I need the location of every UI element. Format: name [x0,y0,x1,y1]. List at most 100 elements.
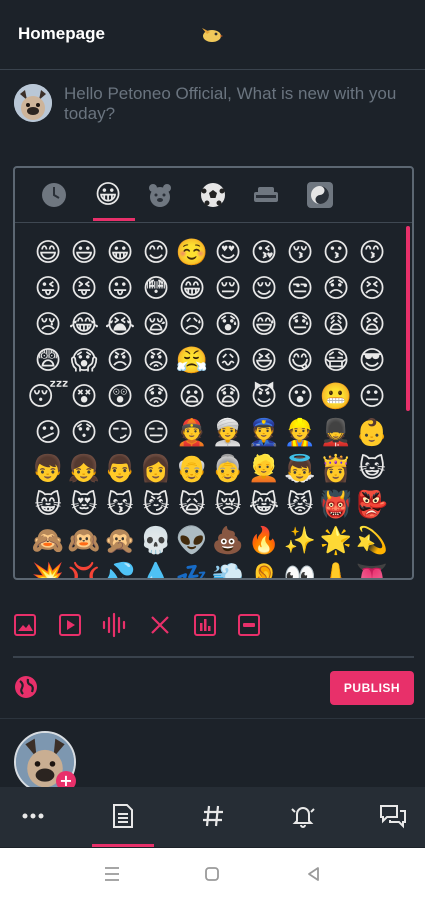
emoji-item[interactable]: 👀 [283,560,317,578]
emoji-item[interactable]: 😪 [139,308,173,342]
tab-travel[interactable] [251,180,281,210]
emoji-item[interactable]: 🙊 [103,524,137,558]
emoji-item[interactable]: 😧 [211,380,245,414]
emoji-item[interactable]: 😎 [355,344,389,378]
emoji-item[interactable]: 👸 [319,452,353,486]
emoji-item[interactable]: 😕 [31,416,65,450]
emoji-item[interactable]: 😫 [355,308,389,342]
emoji-item[interactable]: 😿 [211,488,245,522]
publish-button[interactable]: PUBLISH [330,671,414,705]
emoji-item[interactable]: 👴 [175,452,209,486]
emoji-item[interactable]: 😵 [67,380,101,414]
compose-area[interactable]: Hello Petoneo Official, What is new with… [0,72,425,152]
compose-input[interactable]: Hello Petoneo Official, What is new with… [64,84,404,124]
nav-hashtags[interactable] [196,799,230,833]
tab-smileys[interactable]: 😀 [93,180,123,210]
emoji-item[interactable]: 👺 [355,488,389,522]
emoji-item[interactable]: ✨ [283,524,317,558]
emoji-item[interactable]: 💥 [31,560,65,578]
emoji-item[interactable]: 😭 [103,308,137,342]
emoji-item[interactable]: 😈 [247,380,281,414]
emoji-item[interactable]: 😺 [355,452,389,486]
emoji-item[interactable]: 😡 [139,344,173,378]
image-button[interactable] [12,612,38,638]
emoji-item[interactable]: 😨 [31,344,65,378]
emoji-item[interactable]: 😱 [67,344,101,378]
emoji-item[interactable]: 💀 [139,524,173,558]
emoji-item[interactable]: 👶 [355,416,389,450]
emoji-item[interactable]: 👱 [247,452,281,486]
emoji-item[interactable]: 😸 [31,488,65,522]
emoji-item[interactable]: 😟 [139,380,173,414]
emoji-item[interactable]: 😾 [283,488,317,522]
emoji-item[interactable]: 😒 [283,272,317,306]
emoji-item[interactable]: 😃 [67,236,101,270]
emoji-item[interactable]: 😊 [139,236,173,270]
emoji-item[interactable]: 😐 [355,380,389,414]
audio-button[interactable] [101,612,127,638]
home-icon[interactable] [202,864,222,884]
emoji-item[interactable]: 😑 [139,416,173,450]
emoji-item[interactable]: 😄 [31,236,65,270]
emoji-item[interactable]: 😁 [175,272,209,306]
emoji-item[interactable]: 😅 [247,308,281,342]
emoji-item[interactable]: 💤 [175,560,209,578]
emoji-item[interactable]: 👩 [139,452,173,486]
back-icon[interactable] [304,864,324,884]
emoji-item[interactable]: 😩 [319,308,353,342]
globe-icon[interactable] [14,675,38,699]
emoji-item[interactable]: 🔥 [247,524,281,558]
emoji-item[interactable]: 😠 [103,344,137,378]
emoji-item[interactable]: 😼 [139,488,173,522]
emoji-item[interactable]: 👨 [103,452,137,486]
emoji-item[interactable]: 😔 [211,272,245,306]
emoji-item[interactable]: 😖 [211,344,245,378]
tab-animals[interactable] [145,180,175,210]
emoji-item[interactable]: 😷 [319,344,353,378]
emoji-item[interactable]: 👂 [247,560,281,578]
emoji-item[interactable]: 🙈 [31,524,65,558]
emoji-item[interactable]: 💧 [139,560,173,578]
emoji-item[interactable]: 😛 [103,272,137,306]
emoji-item[interactable]: 😋 [283,344,317,378]
emoji-item[interactable]: 😚 [283,236,317,270]
emoji-item[interactable]: 😆 [247,344,281,378]
emoji-item[interactable]: 😯 [67,416,101,450]
tab-activity[interactable] [198,180,228,210]
emoji-item[interactable]: 😢 [31,308,65,342]
emoji-item[interactable]: 😏 [103,416,137,450]
gif-button[interactable] [236,612,262,638]
emoji-item[interactable]: 😳 [139,272,173,306]
emoji-item[interactable]: 😣 [355,272,389,306]
emoji-item[interactable]: 💫 [355,524,389,558]
emoji-item[interactable]: 👼 [283,452,317,486]
emoji-item[interactable]: 😙 [355,236,389,270]
emoji-item[interactable]: 😰 [211,308,245,342]
emoji-item[interactable]: 💂 [319,416,353,450]
emoji-item[interactable]: 😴 [27,380,69,414]
emoji-item[interactable]: 🙀 [175,488,209,522]
emoji-item[interactable]: 💦 [103,560,137,578]
emoji-item[interactable]: ☺️ [175,236,209,270]
emoji-item[interactable]: 👲 [175,416,209,450]
nav-notifications[interactable] [286,799,320,833]
emoji-item[interactable]: 😂 [67,308,101,342]
emoji-item[interactable]: 🙉 [67,524,101,558]
emoji-item[interactable]: 👧 [67,452,101,486]
nav-feed[interactable] [106,799,140,833]
recent-apps-icon[interactable] [102,864,122,884]
emoji-item[interactable]: 😦 [175,380,209,414]
emoji-item[interactable]: 💨 [211,560,245,578]
emoji-item[interactable]: 😜 [31,272,65,306]
emoji-item[interactable]: 😹 [247,488,281,522]
emoji-item[interactable]: 👵 [211,452,245,486]
emoji-item[interactable]: 😓 [283,308,317,342]
tab-symbols[interactable] [305,180,335,210]
emoji-item[interactable]: 😝 [67,272,101,306]
emoji-item[interactable]: 👽 [175,524,209,558]
emoji-item[interactable]: 😍 [211,236,245,270]
emoji-item[interactable]: 😮 [283,380,317,414]
emoji-item[interactable]: 💩 [211,524,245,558]
emoji-item[interactable]: 👦 [31,452,65,486]
emoji-item[interactable]: 😞 [319,272,353,306]
